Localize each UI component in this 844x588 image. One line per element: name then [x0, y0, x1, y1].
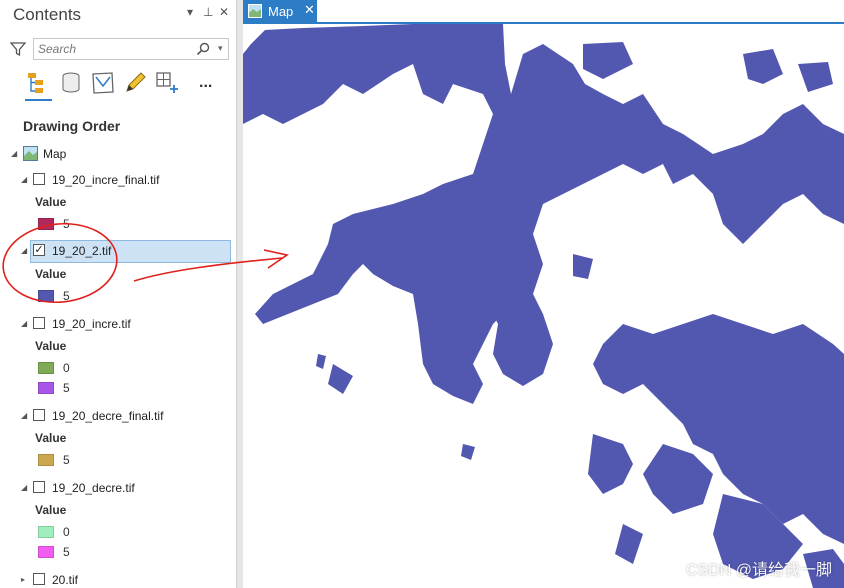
close-pane-button[interactable]: ✕: [219, 5, 229, 19]
collapse-layer-icon[interactable]: ◢: [21, 246, 27, 255]
collapse-layer-icon[interactable]: ◢: [21, 175, 27, 184]
layer-row[interactable]: ◢ 19_20_decre_final.tif: [0, 406, 236, 426]
tab-map[interactable]: Map ✕: [243, 0, 317, 22]
contents-pane: Contents ▾ ⊥ ✕ ▾: [0, 0, 236, 588]
collapse-layer-icon[interactable]: ◢: [21, 319, 27, 328]
legend-title: Value: [35, 339, 67, 353]
map-icon: [23, 146, 38, 161]
legend-title: Value: [35, 503, 67, 517]
raster-patch: [573, 254, 593, 279]
legend-title: Value: [35, 195, 67, 209]
legend-value: 5: [63, 381, 70, 395]
watermark: CSDN @请给我一脚: [685, 562, 832, 579]
collapse-map-icon[interactable]: ◢: [11, 149, 17, 158]
raster-patch: [316, 354, 326, 369]
layer-visibility-checkbox[interactable]: ✓: [33, 244, 45, 256]
pane-splitter[interactable]: [236, 0, 243, 588]
map-node[interactable]: ◢ Map: [0, 144, 236, 164]
layer-name: 20.tif: [52, 573, 79, 587]
layer-row[interactable]: ◢ 19_20_incre.tif: [0, 314, 236, 334]
collapse-layer-icon[interactable]: ◢: [21, 411, 27, 420]
layer-visibility-checkbox[interactable]: [33, 409, 45, 421]
raster-patch: [798, 62, 833, 92]
legend-value: 5: [63, 545, 70, 559]
layer-visibility-checkbox[interactable]: [33, 481, 45, 493]
layer-visibility-checkbox[interactable]: [33, 573, 45, 585]
list-by-selection-icon[interactable]: [90, 70, 116, 96]
raster-patch: [583, 42, 633, 79]
search-options-chevron-icon[interactable]: ▾: [218, 43, 223, 54]
layer-name: 19_20_2.tif: [52, 244, 112, 258]
raster-patch: [615, 524, 643, 564]
raster-patch: [643, 444, 713, 514]
active-tool-indicator: [25, 99, 52, 101]
pane-menu-button[interactable]: ▾: [187, 5, 193, 19]
map-canvas[interactable]: CSDN @请给我一脚: [243, 24, 844, 588]
legend-swatch: [38, 362, 54, 374]
legend-swatch: [38, 546, 54, 558]
list-by-snapping-icon[interactable]: [154, 70, 180, 96]
raster-patch: [593, 314, 844, 544]
collapse-layer-icon[interactable]: ◢: [21, 483, 27, 492]
map-node-label: Map: [43, 147, 67, 161]
legend-value: 0: [63, 361, 70, 375]
layer-row[interactable]: ◢ 19_20_incre_final.tif: [0, 170, 236, 190]
tab-map-label: Map: [268, 4, 294, 19]
legend-value: 5: [63, 217, 70, 231]
list-by-data-source-icon[interactable]: [58, 70, 84, 96]
layer-visibility-checkbox[interactable]: [33, 317, 45, 329]
list-by-editing-icon[interactable]: [122, 70, 148, 96]
legend-value: 5: [63, 453, 70, 467]
search-input[interactable]: [38, 41, 188, 57]
legend-value: 0: [63, 525, 70, 539]
expand-layer-icon[interactable]: ▸: [21, 575, 25, 584]
search-box: ▾: [33, 38, 229, 60]
filter-icon[interactable]: [10, 41, 26, 57]
legend-title: Value: [35, 431, 67, 445]
layer-visibility-checkbox[interactable]: [33, 173, 45, 185]
raster-patch: [461, 444, 475, 460]
legend-swatch: [38, 290, 54, 302]
raster-layer-render: [243, 24, 844, 588]
layer-row[interactable]: ◢ 19_20_decre.tif: [0, 478, 236, 498]
search-icon[interactable]: [196, 42, 210, 56]
map-icon: [248, 4, 262, 18]
more-icon[interactable]: ...: [199, 74, 212, 100]
raster-patch: [588, 434, 633, 494]
list-by-drawing-order-icon[interactable]: [26, 70, 52, 96]
raster-patch: [743, 49, 783, 84]
pane-title: Contents: [13, 5, 82, 24]
legend-swatch: [38, 218, 54, 230]
close-icon[interactable]: ✕: [304, 2, 315, 18]
layer-row-selected[interactable]: ◢ ✓ 19_20_2.tif: [0, 240, 236, 263]
raster-patch: [328, 364, 353, 394]
raster-patches: [243, 24, 844, 588]
legend-swatch: [38, 526, 54, 538]
drawing-order-heading: Drawing Order: [23, 118, 121, 134]
pin-button[interactable]: ⊥: [203, 5, 213, 19]
layer-name: 19_20_decre_final.tif: [52, 409, 164, 423]
legend-swatch: [38, 382, 54, 394]
legend-value: 5: [63, 289, 70, 303]
legend-title: Value: [35, 267, 67, 281]
legend-swatch: [38, 454, 54, 466]
layer-name: 19_20_incre.tif: [52, 317, 131, 331]
layer-row[interactable]: ▸ 20.tif: [0, 570, 236, 588]
layer-name: 19_20_decre.tif: [52, 481, 135, 495]
layer-name: 19_20_incre_final.tif: [52, 173, 160, 187]
raster-patch: [483, 264, 553, 386]
